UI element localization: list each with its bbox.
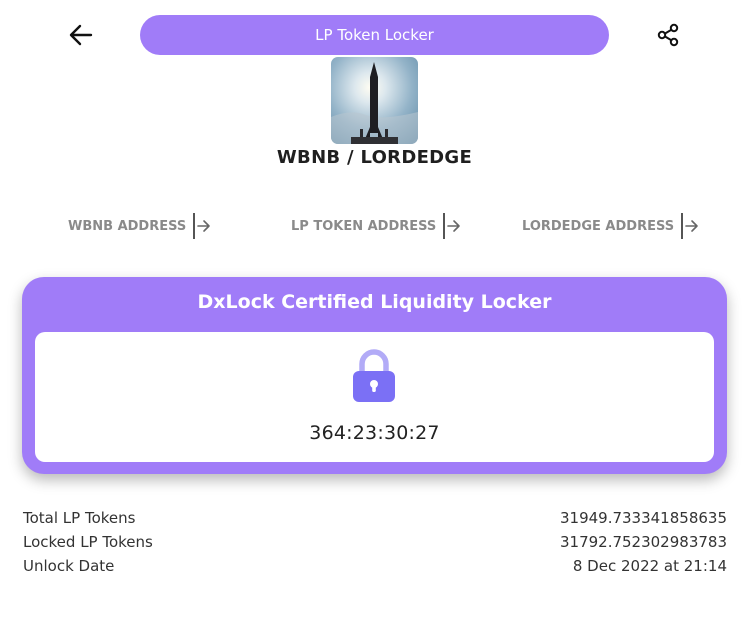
stat-row-total-lp: Total LP Tokens 31949.733341858635	[23, 506, 727, 530]
token-image	[331, 57, 418, 144]
lock-stats: Total LP Tokens 31949.733341858635 Locke…	[23, 506, 727, 578]
stat-value: 8 Dec 2022 at 21:14	[572, 557, 727, 575]
locker-panel: 364:23:30:27	[35, 332, 714, 462]
wbnb-address-link[interactable]: WBNB ADDRESS	[68, 212, 211, 240]
header: LP Token Locker	[0, 15, 749, 55]
share-icon	[657, 23, 679, 47]
rocket-photo	[331, 57, 418, 144]
stat-value: 31792.752302983783	[559, 533, 727, 551]
divider	[443, 213, 445, 239]
stat-row-locked-lp: Locked LP Tokens 31792.752302983783	[23, 530, 727, 554]
share-button[interactable]	[653, 21, 683, 49]
lp-token-address-label: LP TOKEN ADDRESS	[291, 218, 437, 234]
arrow-right-bar-icon	[446, 220, 460, 232]
lp-token-address-link[interactable]: LP TOKEN ADDRESS	[291, 212, 461, 240]
arrow-right-bar-icon	[196, 220, 210, 232]
pair-name: WBNB / LORDEDGE	[276, 147, 473, 168]
back-button[interactable]	[66, 21, 96, 49]
stat-label: Total LP Tokens	[23, 509, 136, 527]
stat-row-unlock-date: Unlock Date 8 Dec 2022 at 21:14	[23, 554, 727, 578]
lock-countdown: 364:23:30:27	[309, 422, 440, 444]
stat-label: Unlock Date	[23, 557, 115, 575]
locker-card: DxLock Certified Liquidity Locker 364:23…	[22, 277, 727, 474]
arrow-left-icon	[69, 24, 93, 46]
stat-label: Locked LP Tokens	[23, 533, 153, 551]
lordedge-address-label: LORDEDGE ADDRESS	[522, 218, 675, 234]
page-title: LP Token Locker	[140, 15, 609, 55]
lordedge-address-link[interactable]: LORDEDGE ADDRESS	[522, 212, 699, 240]
locker-title: DxLock Certified Liquidity Locker	[197, 291, 552, 313]
wbnb-address-label: WBNB ADDRESS	[68, 218, 187, 234]
arrow-right-bar-icon	[684, 220, 698, 232]
lock-icon	[353, 349, 395, 402]
divider	[681, 213, 683, 239]
stat-value: 31949.733341858635	[559, 509, 727, 527]
divider	[193, 213, 195, 239]
